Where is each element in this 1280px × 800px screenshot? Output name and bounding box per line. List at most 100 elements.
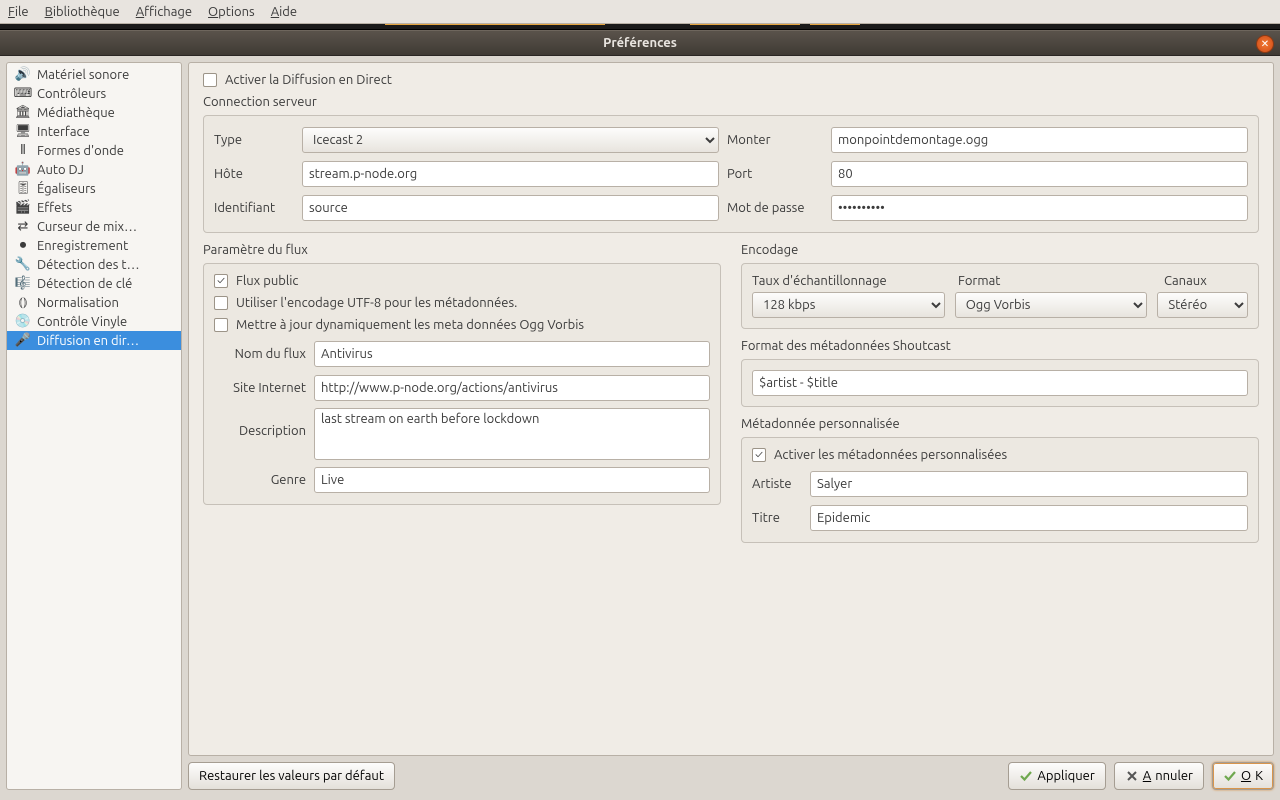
apply-button[interactable]: Appliquer [1008,762,1105,790]
sidebar-item-crossfader[interactable]: ⇄Curseur de mix… [7,217,181,236]
menu-view[interactable]: Affichage [136,5,192,19]
connection-groupbox: Type Icecast 2 Monter Hôte Port Identifi… [203,115,1259,233]
sidebar-item-recording[interactable]: ⏺Enregistrement [7,236,181,255]
website-label: Site Internet [214,381,306,395]
section-stream-title: Paramètre du flux [203,243,721,257]
content-inner: Activer la Diffusion en Direct Connectio… [188,62,1274,756]
bitrate-select[interactable]: 128 kbps [752,292,945,318]
menu-help[interactable]: Aide [271,5,297,19]
sidebar-item-effects[interactable]: 🎬Effets [7,198,181,217]
login-input[interactable] [302,195,719,221]
crossfader-icon: ⇄ [15,219,31,235]
format-label: Format [958,274,1154,288]
menubar: File Bibliothèque Affichage Options Aide [0,0,1280,24]
public-stream-label: Flux public [236,274,298,288]
check-icon [1223,769,1237,783]
port-input[interactable] [831,161,1248,187]
equalizer-icon: 🎚 [15,181,31,197]
speaker-icon: 🔊 [15,67,31,83]
sidebar-item-key-detection[interactable]: 🎼Détection de clé [7,274,181,293]
activate-broadcast-checkbox[interactable] [203,73,217,87]
enable-custommeta-label: Activer les métadonnées personnalisées [774,448,1007,462]
artist-label: Artiste [752,477,802,491]
password-input[interactable] [831,195,1248,221]
section-encoding-title: Encodage [741,243,1259,257]
restore-defaults-button[interactable]: Restaurer les valeurs par défaut [188,762,395,790]
channels-label: Canaux [1164,274,1248,288]
sidebar-item-controllers[interactable]: ⌨Contrôleurs [7,84,181,103]
title-label: Titre [752,511,802,525]
waveform-icon: ⦀ [15,143,31,159]
check-icon [1019,769,1033,783]
effects-icon: 🎬 [15,200,31,216]
titlebar: Préférences ✕ [0,30,1280,56]
window-title: Préférences [603,36,677,50]
ok-button[interactable]: OK [1212,762,1274,790]
sidebar-item-waveforms[interactable]: ⦀Formes d'onde [7,141,181,160]
sidebar-item-library[interactable]: 🏛Médiathèque [7,103,181,122]
broadcast-icon: 🎤 [15,333,31,349]
key-icon: 🎼 [15,276,31,292]
cancel-button[interactable]: Annuler [1114,762,1204,790]
close-icon [1125,769,1139,783]
type-select[interactable]: Icecast 2 [302,127,719,153]
sidebar-item-interface[interactable]: 🖥Interface [7,122,181,141]
section-custommeta-title: Métadonnée personnalisée [741,417,1259,431]
artist-input[interactable] [810,471,1248,497]
genre-label: Genre [214,473,306,487]
stream-groupbox: Flux public Utiliser l'encodage UTF-8 po… [203,263,721,505]
public-stream-checkbox[interactable] [214,274,228,288]
channels-select[interactable]: Stéréo [1157,292,1248,318]
genre-input[interactable] [314,467,710,493]
close-button[interactable]: ✕ [1256,35,1274,53]
content: Activer la Diffusion en Direct Connectio… [188,62,1274,790]
record-icon: ⏺ [15,238,31,254]
section-connection-title: Connection serveur [203,95,1259,109]
menu-file[interactable]: File [8,5,29,19]
sidebar-item-vinyl-control[interactable]: 💿Contrôle Vinyle [7,312,181,331]
footer: Restaurer les valeurs par défaut Appliqu… [188,762,1274,790]
enable-custommeta-checkbox[interactable] [752,448,766,462]
description-label: Description [214,408,306,438]
bitrate-label: Taux d'échantillonnage [752,274,948,288]
sidebar-item-equalizers[interactable]: 🎚Égaliseurs [7,179,181,198]
format-select[interactable]: Ogg Vorbis [955,292,1148,318]
website-input[interactable] [314,375,710,401]
description-input[interactable]: last stream on earth before lockdown [314,408,710,460]
sidebar-item-sound-hardware[interactable]: 🔊Matériel sonore [7,65,181,84]
login-label: Identifiant [214,201,294,215]
library-icon: 🏛 [15,105,31,121]
menu-options[interactable]: Options [208,5,255,19]
utf8-checkbox[interactable] [214,296,228,310]
custommeta-groupbox: Activer les métadonnées personnalisées A… [741,437,1259,543]
activate-broadcast-row: Activer la Diffusion en Direct [203,73,1259,87]
monitor-icon: 🖥 [15,124,31,140]
mount-input[interactable] [831,127,1248,153]
host-label: Hôte [214,167,294,181]
dynamic-ogg-label: Mettre à jour dynamiquement les meta don… [236,318,584,332]
menu-library[interactable]: Bibliothèque [45,5,120,19]
port-label: Port [727,167,823,181]
sidebar-item-autodj[interactable]: 🤖Auto DJ [7,160,181,179]
shoutcast-format-input[interactable] [752,370,1248,396]
activate-broadcast-label: Activer la Diffusion en Direct [225,73,392,87]
autodj-icon: 🤖 [15,162,31,178]
sidebar: 🔊Matériel sonore ⌨Contrôleurs 🏛Médiathèq… [6,62,182,790]
stream-name-input[interactable] [314,341,710,367]
host-input[interactable] [302,161,719,187]
controller-icon: ⌨ [15,86,31,102]
utf8-label: Utiliser l'encodage UTF-8 pour les métad… [236,296,517,310]
mount-label: Monter [727,133,823,147]
main: 🔊Matériel sonore ⌨Contrôleurs 🏛Médiathèq… [0,56,1280,796]
sidebar-item-live-broadcasting[interactable]: 🎤Diffusion en dir… [7,331,181,350]
type-label: Type [214,133,294,147]
title-input[interactable] [810,505,1248,531]
beat-icon: 🔧 [15,257,31,273]
section-shoutcast-title: Format des métadonnées Shoutcast [741,339,1259,353]
sidebar-item-normalization[interactable]: ⦅⦆Normalisation [7,293,181,312]
password-label: Mot de passe [727,201,823,215]
dynamic-ogg-checkbox[interactable] [214,318,228,332]
encoding-groupbox: Taux d'échantillonnage Format Canaux 128… [741,263,1259,329]
sidebar-item-beat-detection[interactable]: 🔧Détection des t… [7,255,181,274]
stream-name-label: Nom du flux [214,347,306,361]
